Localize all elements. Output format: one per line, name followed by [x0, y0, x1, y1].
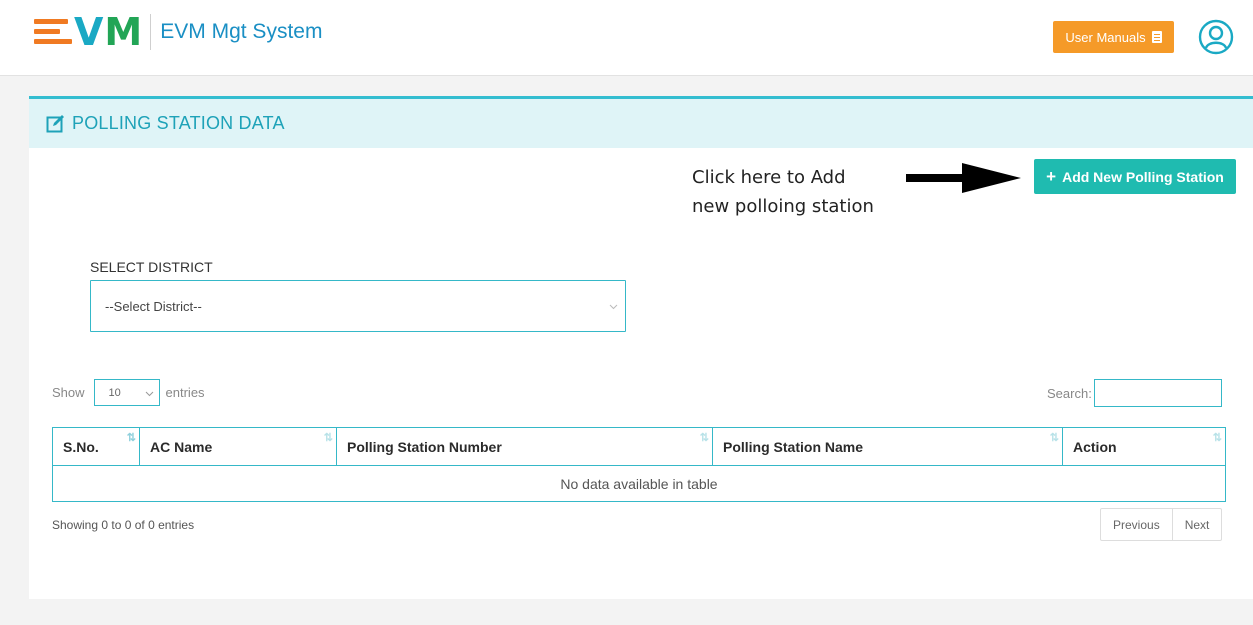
entries-value: 10	[108, 386, 121, 399]
table-header-row: S.No. ⇅ AC Name ⇅ Polling Station Number ⇅ …	[52, 427, 1226, 466]
add-polling-station-button[interactable]: + Add New Polling Station	[1034, 159, 1236, 194]
document-icon	[1151, 31, 1162, 43]
add-polling-station-label: Add New Polling Station	[1062, 168, 1224, 185]
column-header-ac-name[interactable]: AC Name ⇅	[139, 427, 337, 466]
column-header-sno[interactable]: S.No. ⇅	[52, 427, 140, 466]
show-label: Show	[52, 385, 85, 400]
user-avatar-icon[interactable]	[1198, 19, 1234, 55]
column-header-action[interactable]: Action ⇅	[1062, 427, 1226, 466]
sort-icon: ⇅	[1049, 432, 1059, 444]
search-label: Search:	[1047, 385, 1092, 401]
sort-icon: ⇅	[699, 432, 709, 444]
logo-letter-v: V	[74, 10, 103, 54]
pagination: Previous Next	[1100, 508, 1223, 541]
annotation-line-2: new polloing station	[692, 196, 874, 217]
edit-icon	[46, 115, 64, 133]
arrow-right-icon	[906, 163, 1021, 193]
sort-icon: ⇅	[1212, 432, 1222, 444]
app-title: EVM Mgt System	[160, 20, 323, 43]
user-manuals-label: User Manuals	[1065, 29, 1146, 45]
top-bar: V M EVM Mgt System User Manuals	[0, 0, 1253, 76]
empty-table-message: No data available in table	[52, 465, 1226, 502]
logo-letter-m: M	[104, 10, 143, 54]
plus-icon: +	[1046, 166, 1057, 186]
app-logo[interactable]: V M EVM Mgt System	[34, 12, 322, 52]
column-header-ps-number[interactable]: Polling Station Number ⇅	[336, 427, 713, 466]
table-info: Showing 0 to 0 of 0 entries	[52, 518, 195, 532]
panel-title: POLLING STATION DATA	[72, 113, 285, 133]
polling-station-panel: POLLING STATION DATA Click here to Add n…	[29, 96, 1253, 599]
chevron-down-icon	[609, 304, 618, 310]
column-header-ps-name[interactable]: Polling Station Name ⇅	[712, 427, 1063, 466]
entries-length-control: Show 10 entries	[52, 379, 205, 406]
polling-station-table: S.No. ⇅ AC Name ⇅ Polling Station Number ⇅ …	[52, 427, 1226, 502]
entries-label: entries	[165, 385, 205, 400]
annotation-text: Click here to Add new polloing station	[692, 163, 874, 221]
table-search: Search:	[1047, 379, 1222, 407]
sort-icon: ⇅	[126, 432, 136, 444]
district-label: SELECT DISTRICT	[90, 259, 213, 275]
logo-divider	[150, 14, 152, 50]
chevron-down-icon	[145, 391, 153, 397]
user-manuals-button[interactable]: User Manuals	[1053, 21, 1174, 53]
logo-lines-icon	[34, 18, 72, 46]
sort-icon: ⇅	[323, 432, 333, 444]
district-select[interactable]: --Select District--	[90, 280, 626, 332]
search-input[interactable]	[1093, 379, 1222, 407]
panel-header: POLLING STATION DATA	[29, 99, 1253, 148]
previous-button[interactable]: Previous	[1101, 509, 1173, 540]
next-button[interactable]: Next	[1173, 509, 1222, 540]
entries-length-select[interactable]: 10	[93, 379, 160, 406]
district-selected-value: --Select District--	[105, 298, 202, 314]
table-row: No data available in table	[52, 465, 1226, 502]
annotation-line-1: Click here to Add	[692, 167, 846, 188]
